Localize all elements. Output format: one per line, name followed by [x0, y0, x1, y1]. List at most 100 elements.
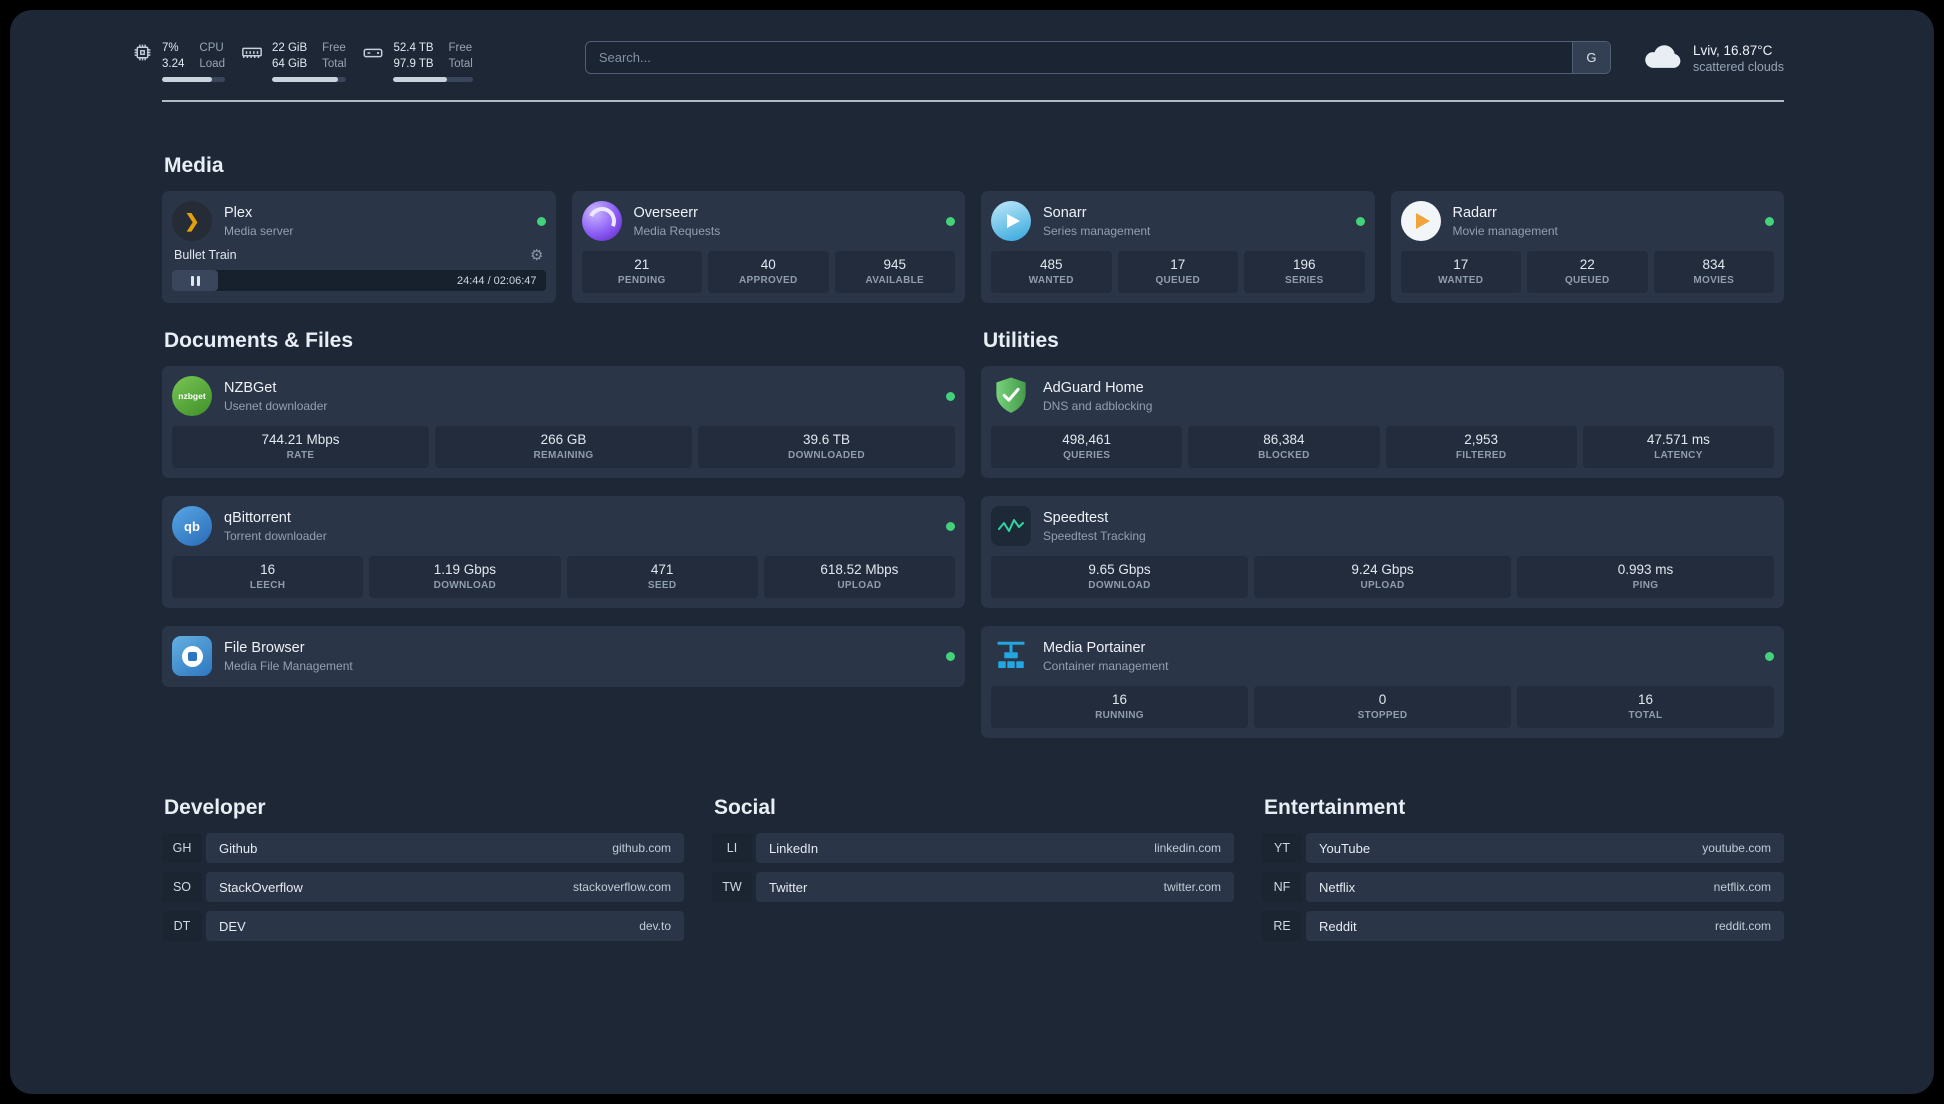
cpu-icon	[132, 42, 153, 82]
app-name: AdGuard Home	[1043, 379, 1144, 396]
stat-box: 39.6 TB DOWNLOADED	[698, 426, 955, 469]
gear-icon[interactable]	[530, 246, 543, 264]
filebrowser-card[interactable]: File Browser Media File Management	[162, 626, 965, 688]
app-subtitle: Media File Management	[224, 658, 353, 673]
disk-progress-bar	[393, 77, 473, 83]
app-name: NZBGet	[224, 379, 277, 396]
section-title-documents: Documents & Files	[164, 329, 354, 353]
bookmark-name: Twitter	[769, 879, 808, 895]
bookmark-youtube[interactable]: YT YouTube youtube.com	[1262, 833, 1784, 864]
section-title-utilities: Utilities	[983, 329, 1059, 353]
radarr-card[interactable]: Radarr Movie management 17 WANTED 22 QUE…	[1390, 191, 1784, 304]
app-name: File Browser	[224, 639, 305, 656]
portainer-crane-icon	[991, 636, 1031, 676]
pause-button[interactable]	[172, 270, 218, 292]
disk-widget: 52.4 TB 97.9 TB Free Total	[362, 40, 473, 83]
now-playing-title: Bullet Train	[174, 248, 237, 263]
bookmark-abbr: TW	[712, 872, 752, 903]
topbar: 7% 3.24 CPU Load 22 GiB 64 GiB Free Tota…	[10, 10, 1934, 83]
bookmark-abbr: LI	[712, 833, 752, 864]
plex-card[interactable]: Plex Media server Bullet Train 24:44 / 0…	[162, 191, 556, 304]
bookmark-dev[interactable]: DT DEV dev.to	[162, 911, 684, 942]
app-name: Plex	[224, 204, 253, 221]
section-media: Media Plex Media server Bullet Train	[162, 154, 1784, 304]
stat-box: 0.993 ms PING	[1517, 556, 1774, 599]
disk-free-label: Free	[448, 42, 473, 54]
weather-location: Lviv, 16.87°C	[1692, 43, 1773, 58]
bookmark-abbr: NF	[1262, 872, 1302, 903]
speedtest-waveform-icon	[991, 506, 1031, 547]
bookmark-name: StackOverflow	[219, 879, 303, 895]
app-name: Radarr	[1452, 204, 1497, 221]
bookmark-name: LinkedIn	[769, 840, 819, 856]
section-documents: Documents & Files nzbget NZBGet Usenet d…	[162, 329, 965, 688]
overseerr-card[interactable]: Overseerr Media Requests 21 PENDING 40 A…	[571, 191, 965, 304]
section-title-media: Media	[164, 154, 224, 178]
bookmark-twitter[interactable]: TW Twitter twitter.com	[712, 872, 1234, 903]
app-subtitle: Usenet downloader	[224, 398, 328, 413]
bookmark-url: linkedin.com	[1154, 841, 1221, 856]
portainer-card[interactable]: Media Portainer Container management 16 …	[981, 626, 1784, 739]
disk-icon	[362, 42, 384, 82]
memory-widget: 22 GiB 64 GiB Free Total	[241, 40, 347, 83]
cpu-load-value: 3.24	[162, 58, 185, 71]
status-dot	[1765, 216, 1774, 226]
bookmark-reddit[interactable]: RE Reddit reddit.com	[1262, 911, 1784, 942]
speedtest-card[interactable]: Speedtest Speedtest Tracking 9.65 Gbps D…	[981, 496, 1784, 609]
disk-free-value: 52.4 TB	[393, 42, 434, 54]
app-subtitle: Torrent downloader	[224, 528, 327, 543]
playback-progress-bar[interactable]: 24:44 / 02:06:47	[172, 270, 546, 292]
search-bar: G	[584, 41, 1611, 74]
stat-box: 744.21 Mbps RATE	[172, 426, 429, 469]
search-provider-button[interactable]: G	[1571, 42, 1610, 73]
section-utilities: Utilities AdGuard Home DNS and adblockin…	[981, 329, 1784, 739]
stat-box: 47.571 ms LATENCY	[1582, 426, 1774, 469]
app-name: Sonarr	[1043, 204, 1087, 221]
bookmark-group-title: Developer	[164, 796, 266, 820]
search-input[interactable]	[584, 41, 1611, 74]
app-subtitle: Media server	[224, 223, 294, 238]
stat-box: 16 LEECH	[172, 556, 364, 599]
dashboard: 7% 3.24 CPU Load 22 GiB 64 GiB Free Tota…	[10, 10, 1934, 1094]
bookmark-abbr: SO	[162, 872, 202, 903]
bookmark-url: reddit.com	[1714, 919, 1771, 934]
bookmark-abbr: DT	[162, 911, 202, 942]
bookmark-url: stackoverflow.com	[572, 880, 671, 895]
memory-total-value: 64 GiB	[271, 58, 308, 71]
nzbget-card[interactable]: nzbget NZBGet Usenet downloader 744.21 M…	[162, 366, 965, 479]
bookmark-stackoverflow[interactable]: SO StackOverflow stackoverflow.com	[162, 872, 684, 903]
memory-icon	[241, 42, 263, 82]
qbittorrent-card[interactable]: qb qBittorrent Torrent downloader 16 LEE…	[162, 496, 965, 609]
bookmark-url: twitter.com	[1163, 880, 1221, 895]
cpu-load-label: Load	[199, 58, 225, 71]
status-dot	[1355, 216, 1365, 226]
stat-box: 16 TOTAL	[1517, 686, 1774, 729]
bookmark-url: netflix.com	[1713, 880, 1771, 895]
adguard-card[interactable]: AdGuard Home DNS and adblocking 498,461 …	[981, 366, 1784, 479]
bookmark-github[interactable]: GH Github github.com	[162, 833, 684, 864]
stat-box: 9.65 Gbps DOWNLOAD	[991, 556, 1248, 599]
stat-box: 21 PENDING	[581, 251, 702, 294]
bookmark-name: Netflix	[1319, 879, 1356, 895]
cpu-widget: 7% 3.24 CPU Load	[132, 40, 225, 83]
adguard-shield-icon	[991, 376, 1031, 416]
nzbget-icon: nzbget	[172, 376, 212, 417]
stat-box: 471 SEED	[566, 556, 758, 599]
disk-total-value: 97.9 TB	[393, 58, 434, 71]
bookmark-url: dev.to	[639, 919, 671, 934]
app-name: qBittorrent	[224, 509, 291, 526]
bookmark-linkedin[interactable]: LI LinkedIn linkedin.com	[712, 833, 1234, 864]
stat-box: 22 QUEUED	[1527, 251, 1648, 294]
bookmark-netflix[interactable]: NF Netflix netflix.com	[1262, 872, 1784, 903]
weather-condition: scattered clouds	[1692, 60, 1784, 74]
sonarr-card[interactable]: Sonarr Series management 485 WANTED 17 Q…	[981, 191, 1375, 304]
bookmark-abbr: GH	[162, 833, 202, 864]
memory-free-label: Free	[322, 42, 346, 54]
overseerr-icon	[581, 201, 622, 242]
playback-time: 24:44 / 02:06:47	[456, 274, 537, 287]
weather-widget: Lviv, 16.87°C scattered clouds	[1641, 41, 1784, 76]
stat-box: 0 STOPPED	[1254, 686, 1511, 729]
cpu-progress-bar	[162, 77, 225, 83]
app-subtitle: Speedtest Tracking	[1043, 528, 1146, 543]
memory-free-value: 22 GiB	[271, 42, 308, 54]
